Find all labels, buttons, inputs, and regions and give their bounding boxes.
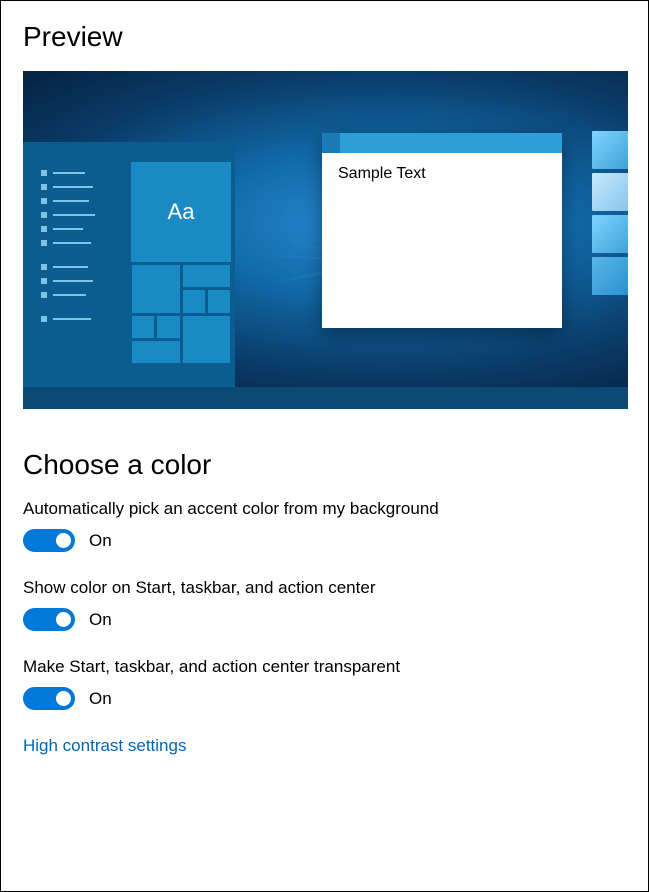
toggle-knob <box>56 533 71 548</box>
desktop-preview: Aa Sample Text <box>23 71 628 409</box>
tile-grid <box>131 264 231 364</box>
preview-heading: Preview <box>23 21 626 53</box>
setting-label: Automatically pick an accent color from … <box>23 499 626 519</box>
toggle-knob <box>56 612 71 627</box>
transparent-toggle[interactable] <box>23 687 75 710</box>
tile-text: Aa <box>168 199 195 225</box>
high-contrast-link[interactable]: High contrast settings <box>23 736 626 756</box>
sample-window: Sample Text <box>322 133 562 328</box>
setting-auto-accent: Automatically pick an accent color from … <box>23 499 626 552</box>
setting-label: Show color on Start, taskbar, and action… <box>23 578 626 598</box>
auto-accent-toggle[interactable] <box>23 529 75 552</box>
setting-show-color: Show color on Start, taskbar, and action… <box>23 578 626 631</box>
start-list <box>41 170 96 330</box>
window-body-text: Sample Text <box>322 153 562 195</box>
start-tiles: Aa <box>131 162 231 364</box>
edge-tiles <box>592 131 628 299</box>
large-tile: Aa <box>131 162 231 262</box>
setting-label: Make Start, taskbar, and action center t… <box>23 657 626 677</box>
toggle-knob <box>56 691 71 706</box>
taskbar-preview <box>23 387 628 409</box>
toggle-state-text: On <box>89 610 112 630</box>
start-menu-preview: Aa <box>23 142 235 387</box>
choose-color-heading: Choose a color <box>23 449 626 481</box>
window-titlebar <box>322 133 562 153</box>
setting-transparent: Make Start, taskbar, and action center t… <box>23 657 626 710</box>
toggle-state-text: On <box>89 531 112 551</box>
show-color-toggle[interactable] <box>23 608 75 631</box>
toggle-state-text: On <box>89 689 112 709</box>
